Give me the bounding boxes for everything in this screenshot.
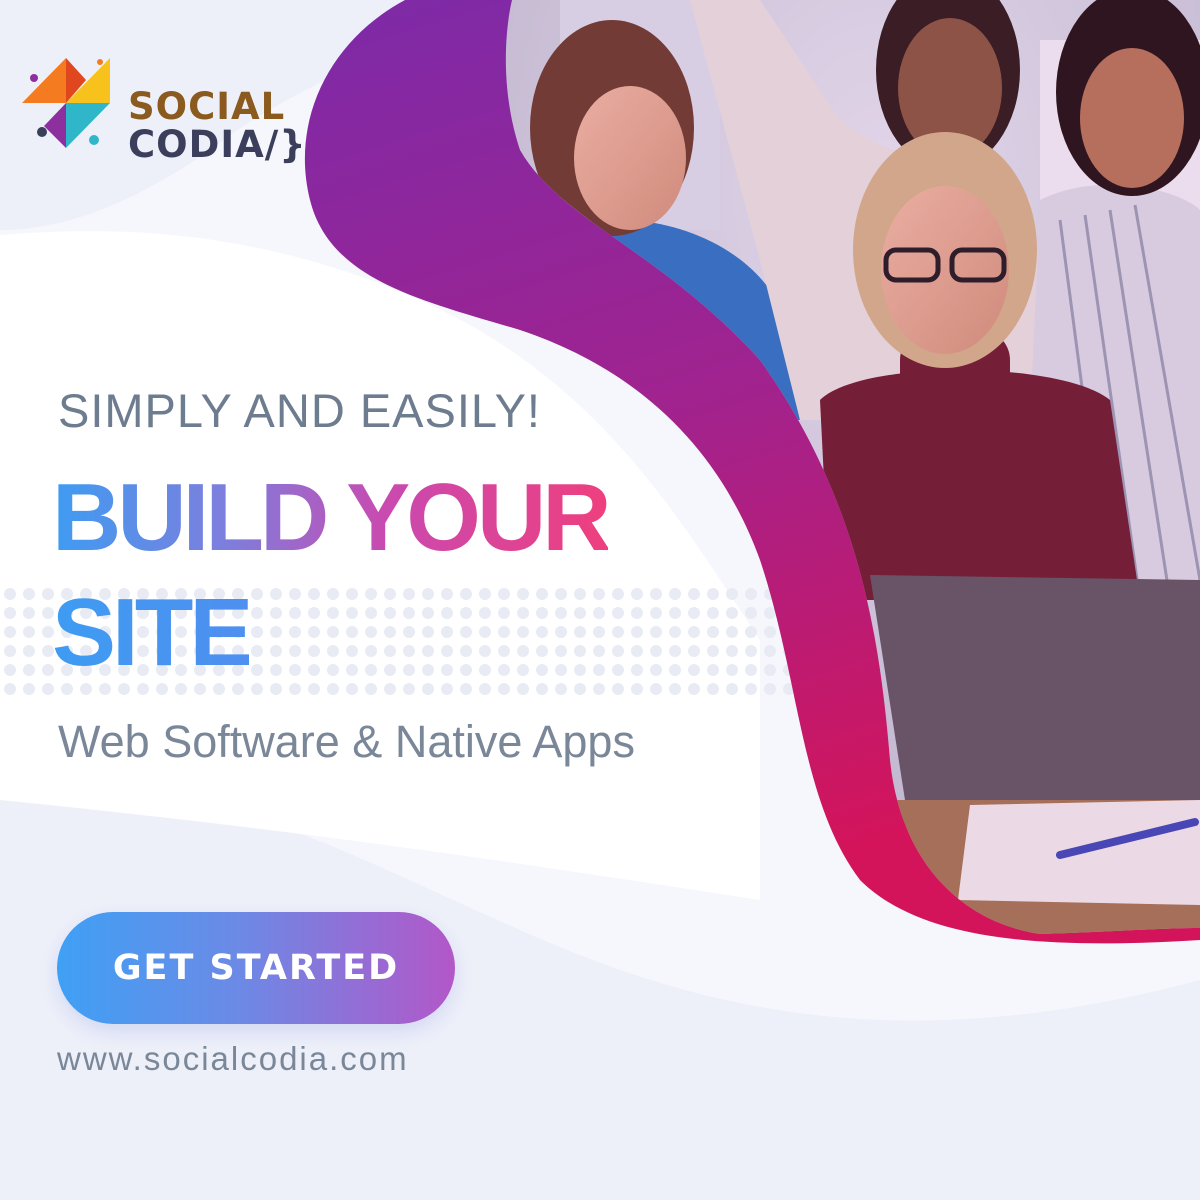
brand-name-line1: SOCIAL [128, 85, 286, 128]
brand-name-line2: CODIA/} [128, 123, 307, 166]
brand-logo[interactable]: SOCIAL CODIA/} [20, 48, 306, 168]
headline-line2: SITE [52, 579, 253, 686]
tagline: SIMPLY AND EASILY! [58, 384, 541, 437]
website-url[interactable]: www.socialcodia.com [57, 1040, 409, 1078]
get-started-button[interactable]: GET STARTED [57, 912, 455, 1024]
ad-banner: SOCIAL CODIA/} SIMPLY AND EASILY! BUILD … [0, 0, 1200, 1200]
headline-line1: BUILD YOUR [52, 464, 612, 571]
subheadline: Web Software & Native Apps [58, 716, 635, 767]
